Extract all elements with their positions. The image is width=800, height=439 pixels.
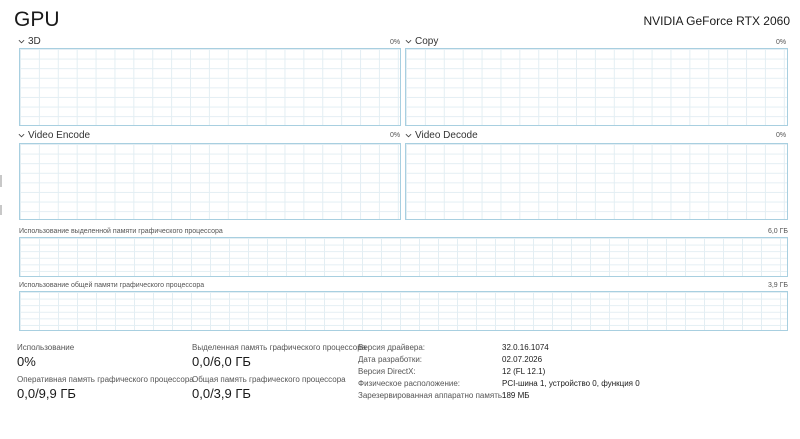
- shared-memory-graph: [19, 291, 788, 331]
- dedicated-memory-max: 6,0 ГБ: [767, 228, 788, 235]
- dedicated-memory-stat-label: Выделенная память графического процессор…: [192, 343, 367, 352]
- engine-graph-video-decode: [405, 143, 788, 220]
- info-key: Версия драйвера:: [358, 343, 426, 352]
- utilization-value: 0%: [17, 354, 36, 369]
- chevron-down-icon: [18, 39, 25, 44]
- left-edge-mark: [0, 205, 2, 215]
- gpu-memory-stat-value: 0,0/9,9 ГБ: [17, 386, 76, 401]
- dedicated-memory-label: Использование выделенной памяти графичес…: [19, 228, 223, 235]
- engine-percent: 0%: [390, 39, 401, 46]
- engine-graph-copy: [405, 48, 788, 126]
- shared-memory-max: 3,9 ГБ: [767, 282, 788, 289]
- left-edge-mark: [0, 175, 2, 187]
- engine-label: Video Encode: [28, 130, 91, 141]
- engine-selector-video-encode[interactable]: Video Encode: [18, 130, 90, 141]
- engine-selector-3d[interactable]: 3D: [18, 36, 41, 47]
- engine-label: Copy: [415, 36, 439, 47]
- shared-memory-stat-label: Общая память графического процессора: [192, 375, 346, 384]
- engine-label: 3D: [28, 36, 41, 47]
- info-value: 12 (FL 12.1): [502, 367, 546, 376]
- info-value: 189 МБ: [502, 391, 530, 400]
- info-key: Версия DirectX:: [358, 367, 416, 376]
- shared-memory-stat-value: 0,0/3,9 ГБ: [192, 386, 251, 401]
- engine-selector-copy[interactable]: Copy: [405, 36, 438, 47]
- info-key: Зарезервированная аппаратно память:: [358, 391, 505, 400]
- chevron-down-icon: [405, 133, 412, 138]
- engine-graph-video-encode: [19, 143, 401, 220]
- engine-percent: 0%: [776, 39, 787, 46]
- engine-graph-3d: [19, 48, 401, 126]
- info-value: 32.0.16.1074: [502, 343, 549, 352]
- engine-percent: 0%: [776, 132, 787, 139]
- chevron-down-icon: [18, 133, 25, 138]
- engine-selector-video-decode[interactable]: Video Decode: [405, 130, 478, 141]
- chevron-down-icon: [405, 39, 412, 44]
- info-value: 02.07.2026: [502, 355, 543, 364]
- utilization-label: Использование: [17, 343, 75, 352]
- engine-percent: 0%: [390, 132, 401, 139]
- page-title: GPU: [14, 8, 60, 31]
- gpu-memory-stat-label: Оперативная память графического процессо…: [17, 375, 194, 384]
- info-key: Дата разработки:: [358, 355, 423, 364]
- info-key: Физическое расположение:: [358, 379, 460, 388]
- engine-label: Video Decode: [415, 130, 478, 141]
- gpu-device-name: NVIDIA GeForce RTX 2060: [643, 14, 790, 28]
- info-value: PCI-шина 1, устройство 0, функция 0: [502, 379, 640, 388]
- dedicated-memory-graph: [19, 237, 788, 277]
- shared-memory-label: Использование общей памяти графического …: [19, 282, 205, 289]
- dedicated-memory-stat-value: 0,0/6,0 ГБ: [192, 354, 251, 369]
